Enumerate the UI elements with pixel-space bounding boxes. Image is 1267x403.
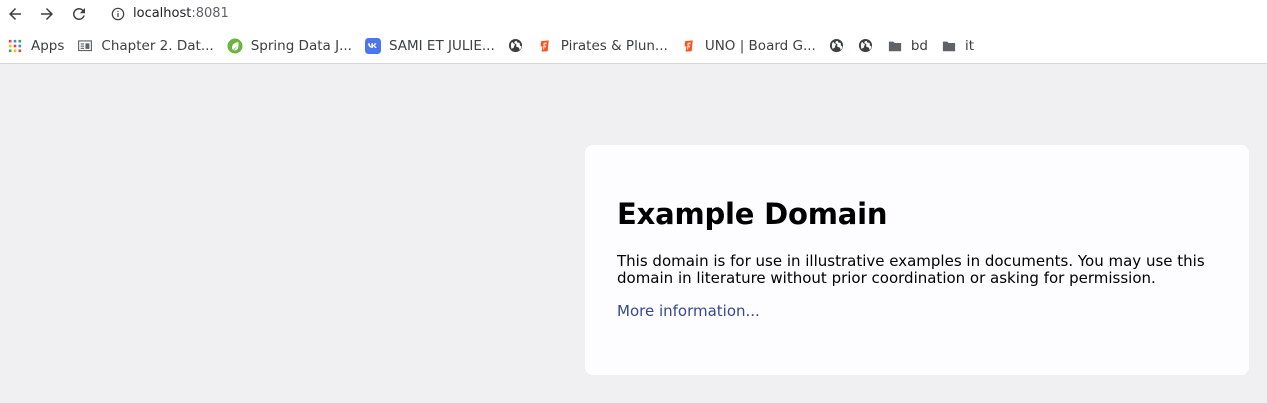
forward-button[interactable]: [36, 3, 58, 25]
globe-icon: [829, 38, 845, 54]
url-port: :8081: [191, 6, 229, 21]
reload-button[interactable]: [68, 3, 90, 25]
bookmark-globe-2[interactable]: [822, 33, 851, 59]
info-icon[interactable]: [111, 7, 125, 21]
url-host: localhost: [133, 6, 192, 21]
bookmark-globe-1[interactable]: [501, 33, 530, 59]
arrow-right-icon: [41, 8, 53, 20]
bookmark-label: it: [965, 37, 975, 54]
reload-icon: [73, 7, 85, 20]
bookmark-folder-bd[interactable]: bd: [880, 33, 934, 59]
bookmark-uno-board-game[interactable]: UNO | Board G...: [674, 33, 822, 59]
bookmark-label: SAMI ET JULIE...: [388, 37, 495, 54]
board-game-icon: [537, 38, 553, 54]
bookmark-spring-data[interactable]: Spring Data J...: [220, 33, 358, 59]
bookmark-chapter-2[interactable]: Chapter 2. Dat...: [70, 33, 219, 59]
bookmark-label: Chapter 2. Dat...: [101, 37, 214, 54]
bookmarks-bar: Apps Chapter 2. Dat... Spring Data J... …: [0, 28, 1267, 64]
bookmark-sami-et-julie[interactable]: SAMI ET JULIE...: [358, 33, 501, 59]
document-icon: [77, 38, 93, 54]
bookmark-label: UNO | Board G...: [704, 37, 816, 54]
bookmark-apps[interactable]: Apps: [0, 33, 70, 59]
browser-toolbar: localhost:8081: [0, 0, 1267, 28]
back-button[interactable]: [4, 3, 26, 25]
bookmark-folder-it[interactable]: it: [934, 33, 980, 59]
bookmark-label: Apps: [31, 37, 65, 54]
bookmark-pirates-plunder[interactable]: Pirates & Plun...: [530, 33, 674, 59]
bookmark-label: bd: [910, 37, 928, 54]
globe-icon: [508, 38, 524, 54]
bookmark-label: Spring Data J...: [250, 37, 352, 54]
url-text: localhost:8081: [133, 6, 229, 21]
folder-icon: [941, 38, 957, 54]
bookmark-label: Pirates & Plun...: [560, 37, 668, 54]
page-title: Example Domain: [617, 197, 888, 231]
page-content: Example Domain This domain is for use in…: [0, 64, 1267, 403]
folder-icon: [887, 38, 903, 54]
apps-grid-icon: [7, 38, 23, 54]
arrow-left-icon: [9, 8, 21, 20]
more-information-link[interactable]: More information...: [617, 302, 760, 320]
bookmark-globe-3[interactable]: [851, 33, 880, 59]
description-paragraph: This domain is for use in illustrative e…: [617, 252, 1205, 287]
globe-icon: [858, 38, 874, 54]
address-bar[interactable]: localhost:8081: [100, 1, 1260, 26]
content-card: Example Domain This domain is for use in…: [585, 145, 1249, 375]
spring-leaf-icon: [227, 38, 243, 54]
vk-icon: [364, 37, 381, 54]
board-game-icon: [681, 38, 697, 54]
